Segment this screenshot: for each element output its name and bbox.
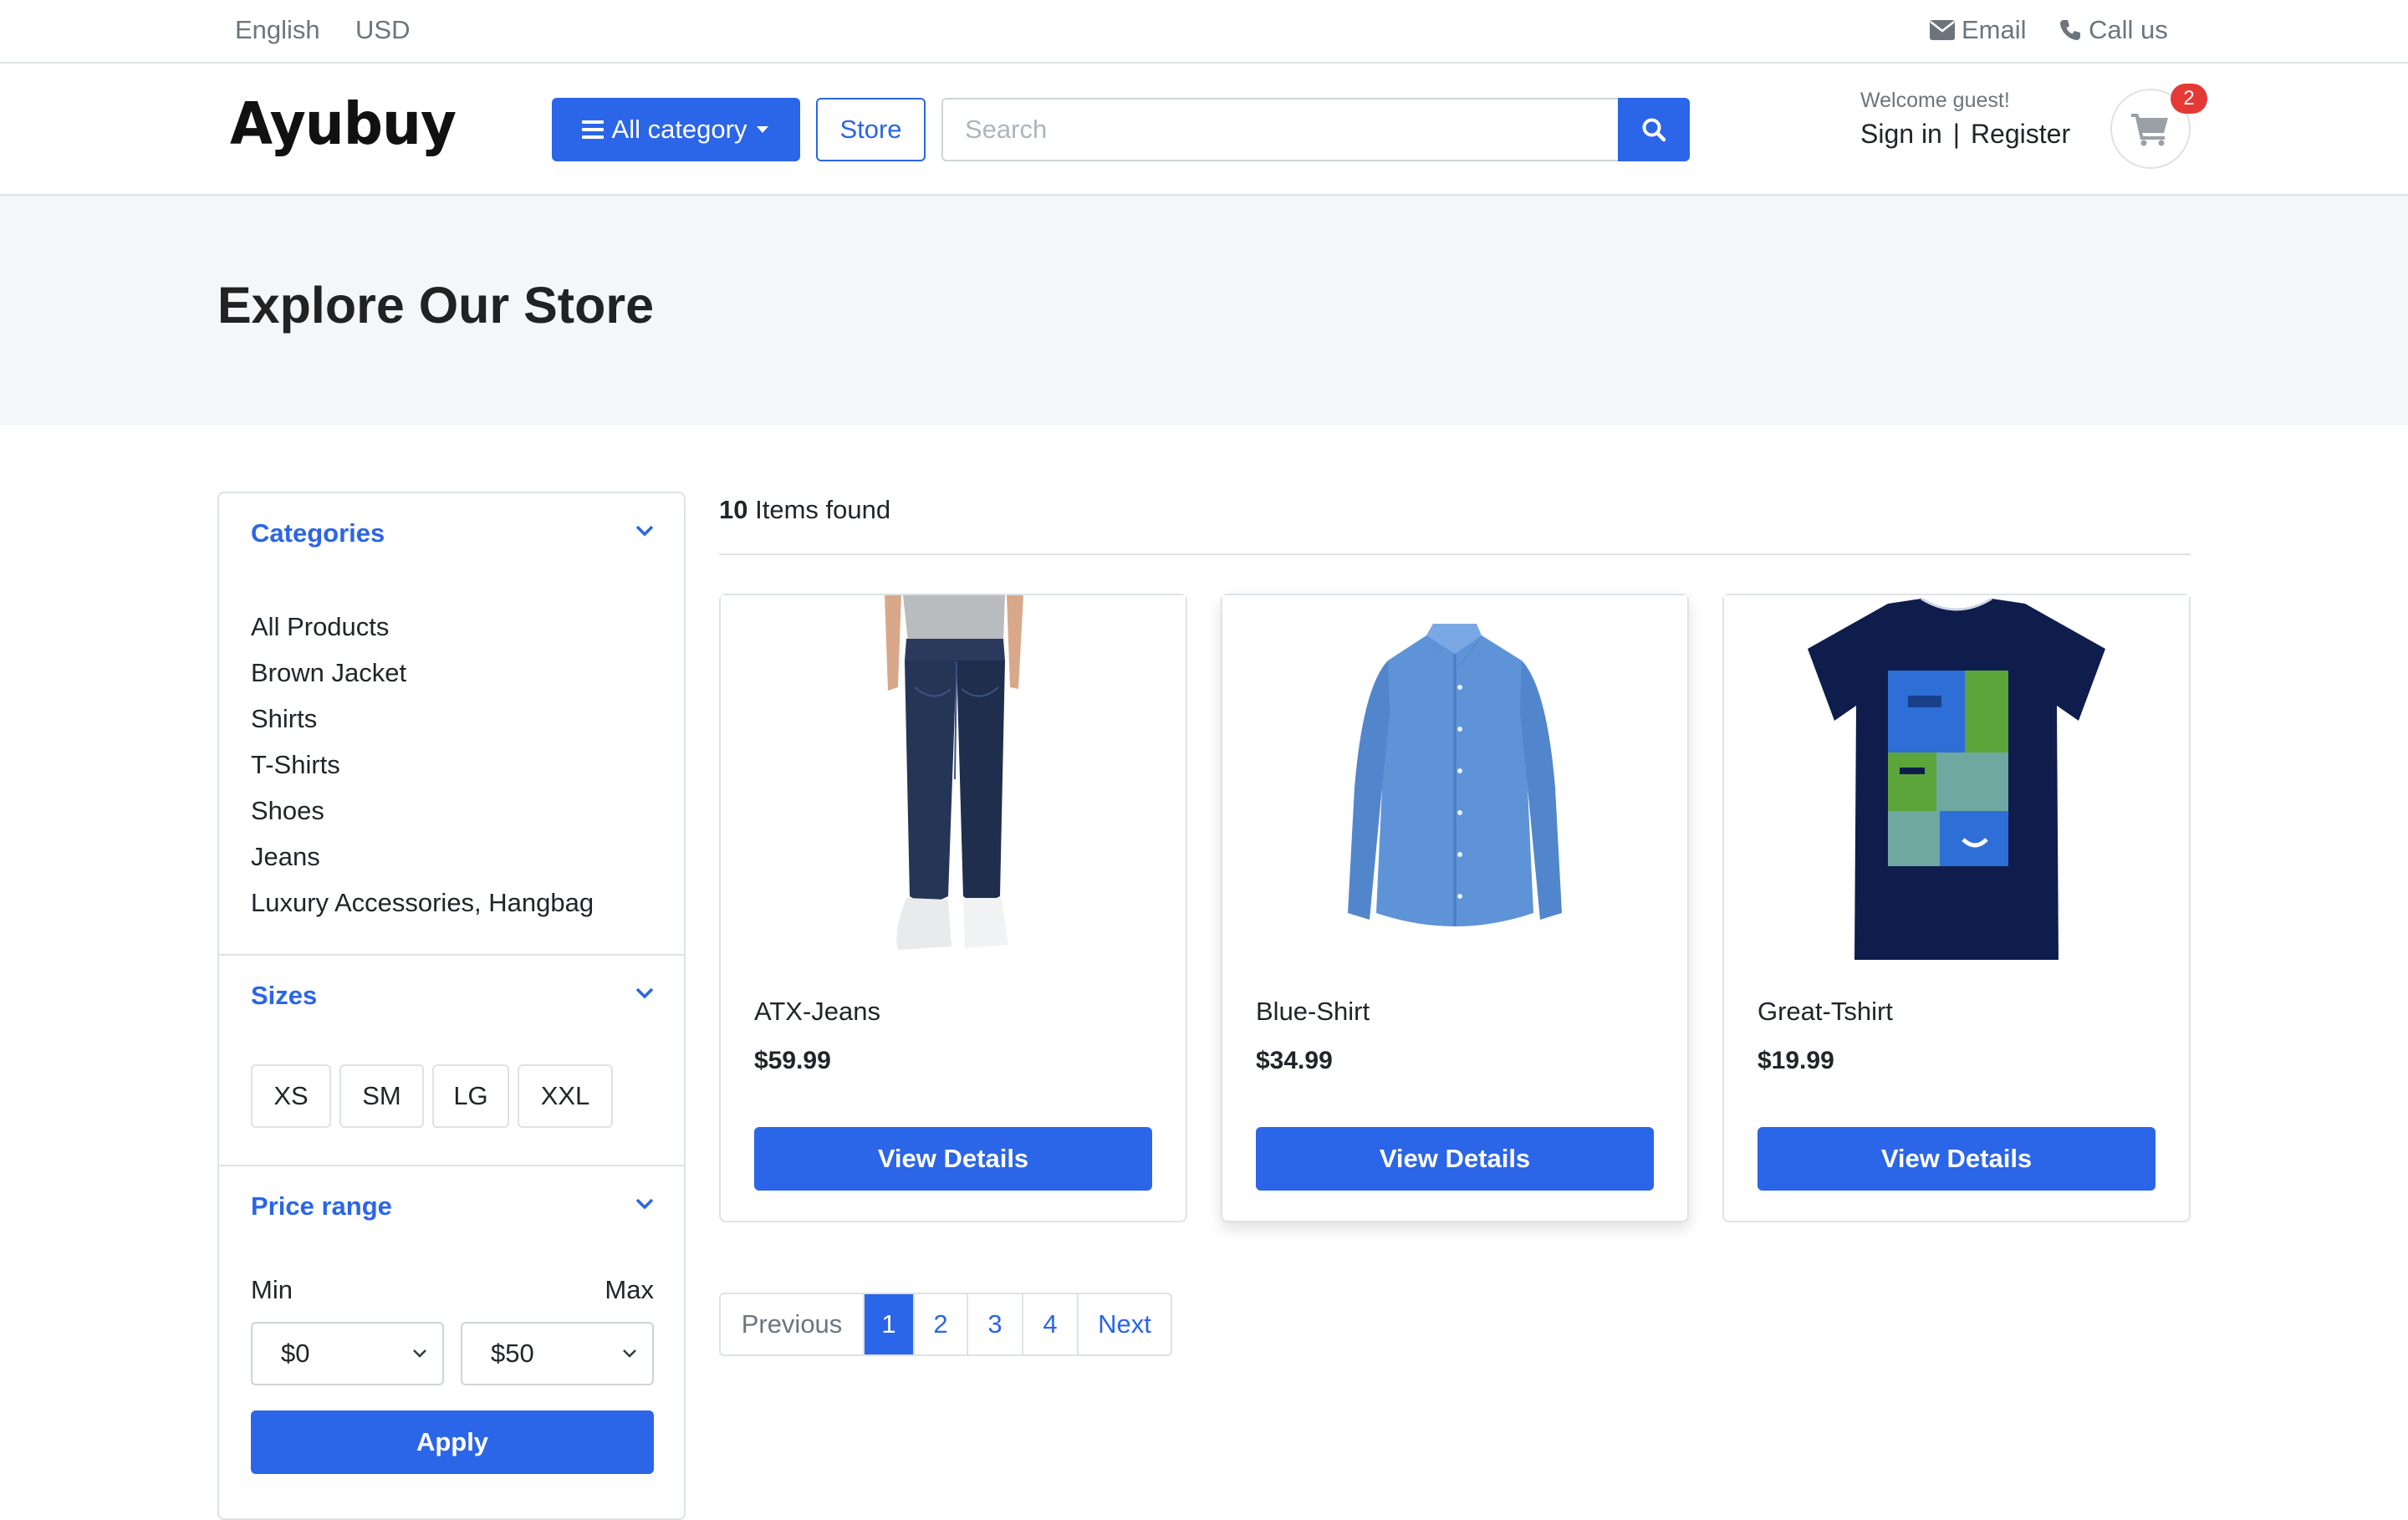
category-list: All Products Brown Jacket Shirts T-Shirt… [251, 604, 594, 926]
top-bar: English USD Email Call us [0, 0, 2408, 64]
tshirt-image [1724, 595, 2189, 968]
caret-down-icon [757, 126, 769, 133]
email-link[interactable]: Email [1930, 15, 2027, 45]
page-button-1[interactable]: 1 [863, 1294, 913, 1354]
chevron-down-icon [413, 1349, 426, 1358]
chevron-down-icon[interactable] [635, 987, 654, 999]
chevron-down-icon[interactable] [635, 525, 654, 537]
previous-page-button[interactable]: Previous [721, 1294, 863, 1354]
filter-sidebar: Categories All Products Brown Jacket Shi… [217, 492, 686, 1520]
view-details-button[interactable]: View Details [754, 1127, 1152, 1191]
product-price: $19.99 [1758, 1047, 1834, 1074]
chevron-down-icon [623, 1349, 636, 1358]
page-button-2[interactable]: 2 [913, 1294, 967, 1354]
max-label: Max [605, 1275, 654, 1304]
next-page-button[interactable]: Next [1077, 1294, 1171, 1354]
currency-selector[interactable]: USD [355, 15, 410, 45]
email-label: Email [1962, 15, 2027, 44]
search-icon [1642, 118, 1666, 142]
main-header: Ayubuy All category Store Welcome guest!… [0, 64, 2408, 196]
category-item[interactable]: Jeans [251, 834, 594, 880]
items-found-label: Items found [755, 495, 891, 524]
sizes-section: Sizes XS SM LG XXL [219, 956, 684, 1166]
store-button[interactable]: Store [816, 98, 926, 161]
page-button-3[interactable]: 3 [967, 1294, 1022, 1354]
account-separator: | [1952, 119, 1961, 149]
shirt-image [1222, 595, 1687, 968]
size-button-xxl[interactable]: XXL [518, 1064, 613, 1128]
register-link[interactable]: Register [1971, 119, 2070, 149]
search-form [941, 98, 1690, 161]
envelope-icon [1930, 20, 1955, 40]
size-options: XS SM LG XXL [251, 1064, 613, 1128]
min-price-value: $0 [281, 1339, 310, 1368]
size-button-sm[interactable]: SM [339, 1064, 424, 1128]
account-links: Sign in | Register [1860, 119, 2070, 150]
product-name[interactable]: Blue-Shirt [1256, 997, 1370, 1027]
call-us-link[interactable]: Call us [2059, 15, 2168, 45]
page-title: Explore Our Store [217, 277, 655, 334]
phone-icon [2060, 20, 2080, 40]
min-label: Min [251, 1275, 293, 1304]
jeans-image [721, 595, 1186, 968]
product-name[interactable]: Great-Tshirt [1758, 997, 1893, 1027]
category-item[interactable]: Shirts [251, 696, 594, 742]
items-count: 10 [719, 495, 748, 524]
price-labels: Min Max [251, 1275, 654, 1305]
all-category-label: All category [611, 115, 747, 144]
search-button[interactable] [1618, 98, 1690, 161]
price-range-title[interactable]: Price range [251, 1191, 392, 1222]
site-logo[interactable]: Ayubuy [230, 90, 457, 158]
product-name[interactable]: ATX-Jeans [754, 997, 880, 1027]
pagination: Previous 1 2 3 4 Next [719, 1293, 1172, 1356]
all-category-dropdown[interactable]: All category [552, 98, 800, 161]
menu-icon [581, 120, 604, 139]
product-price: $59.99 [754, 1047, 831, 1074]
language-selector[interactable]: English [235, 15, 320, 45]
max-price-select[interactable]: $50 [461, 1322, 654, 1385]
product-image-tshirt[interactable] [1724, 595, 2189, 968]
items-found-text: 10 Items found [719, 495, 890, 525]
sizes-title[interactable]: Sizes [251, 981, 317, 1011]
cart-count-badge: 2 [2171, 84, 2207, 114]
category-item[interactable]: T-Shirts [251, 742, 594, 788]
product-price: $34.99 [1256, 1047, 1333, 1074]
product-card[interactable]: ATX-Jeans $59.99 View Details [719, 594, 1187, 1222]
max-price-value: $50 [491, 1339, 534, 1368]
product-image-jeans[interactable] [721, 595, 1186, 968]
product-card[interactable]: Blue-Shirt $34.99 View Details [1221, 594, 1689, 1222]
size-button-lg[interactable]: LG [432, 1064, 509, 1128]
price-selects: $0 $50 [251, 1322, 654, 1385]
search-input[interactable] [941, 98, 1618, 161]
category-item[interactable]: All Products [251, 604, 594, 650]
view-details-button[interactable]: View Details [1758, 1127, 2155, 1191]
divider [719, 553, 2191, 555]
chevron-down-icon[interactable] [635, 1198, 654, 1210]
category-item[interactable]: Shoes [251, 788, 594, 834]
category-item[interactable]: Luxury Accessories, Hangbag [251, 880, 594, 926]
categories-section: Categories All Products Brown Jacket Shi… [219, 493, 684, 956]
size-button-xs[interactable]: XS [251, 1064, 331, 1128]
welcome-text: Welcome guest! [1860, 89, 2010, 112]
page-hero: Explore Our Store [0, 196, 2408, 425]
min-price-select[interactable]: $0 [251, 1322, 444, 1385]
apply-button[interactable]: Apply [251, 1410, 654, 1474]
product-card[interactable]: Great-Tshirt $19.99 View Details [1722, 594, 2191, 1222]
page-button-4[interactable]: 4 [1022, 1294, 1077, 1354]
view-details-button[interactable]: View Details [1256, 1127, 1654, 1191]
shopping-cart-icon [2131, 114, 2168, 146]
categories-title[interactable]: Categories [251, 518, 385, 548]
category-item[interactable]: Brown Jacket [251, 650, 594, 696]
sign-in-link[interactable]: Sign in [1860, 119, 1942, 149]
product-image-shirt[interactable] [1222, 595, 1687, 968]
call-label: Call us [2089, 15, 2168, 44]
